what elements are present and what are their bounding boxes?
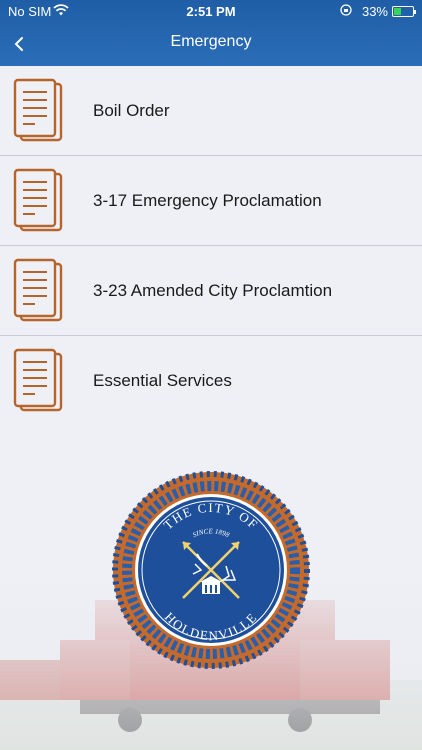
document-icon [13, 258, 63, 322]
rotation-lock-icon [340, 4, 352, 16]
document-icon [13, 348, 63, 412]
list-item-emergency-proclamation[interactable]: 3-17 Emergency Proclamation [0, 156, 422, 246]
document-icon [13, 168, 63, 232]
battery-percent: 33% [361, 4, 388, 19]
list-item-label: 3-23 Amended City Proclamtion [93, 281, 333, 300]
city-seal-logo: THE CITY OF SINCE 1898 HOLDENVILLE [112, 471, 310, 669]
clock: 2:51 PM [186, 4, 236, 19]
list-item-label: Boil Order [93, 101, 170, 120]
list-item-essential-services[interactable]: Essential Services [0, 336, 422, 426]
battery-icon [392, 6, 416, 17]
document-icon [13, 78, 63, 142]
page-title: Emergency [170, 33, 252, 50]
top-bar: No SIM 2:51 PM 33% Emergency [0, 0, 422, 66]
list-item-label: 3-17 Emergency Proclamation [93, 191, 322, 210]
status-bar: No SIM 2:51 PM 33% [0, 0, 422, 24]
navigation-bar: Emergency [0, 24, 422, 66]
document-list: Boil Order 3-17 Emergency Proclamation 3… [0, 66, 422, 426]
list-item-boil-order[interactable]: Boil Order [0, 66, 422, 156]
list-item-label: Essential Services [93, 371, 232, 390]
list-item-amended-city-proclamation[interactable]: 3-23 Amended City Proclamtion [0, 246, 422, 336]
